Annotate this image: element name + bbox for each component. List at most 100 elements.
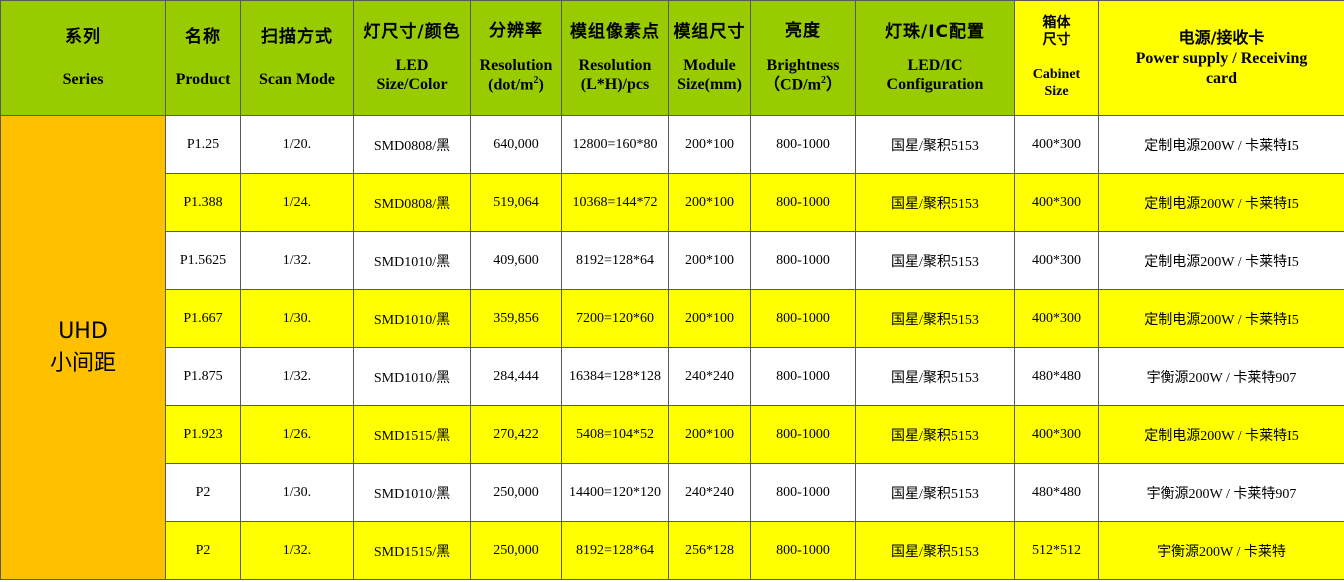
power-receiving-cell: 定制电源200W / 卡莱特I5 <box>1098 289 1344 348</box>
scan-mode-cell: 1/26. <box>240 405 354 464</box>
product-cell: P1.667 <box>165 289 241 348</box>
power-receiving-cell: 定制电源200W / 卡莱特I5 <box>1098 231 1344 290</box>
resolution-cell: 284,444 <box>470 347 562 406</box>
power-receiving-cell: 定制电源200W / 卡莱特I5 <box>1098 115 1344 174</box>
power-receiving-cell: 宇衡源200W / 卡莱特907 <box>1098 463 1344 522</box>
led-ic-cell: 国星/聚积5153 <box>855 405 1015 464</box>
resolution-cell: 519,064 <box>470 173 562 232</box>
product-cell: P2 <box>165 521 241 580</box>
cabinet-size-cell: 400*300 <box>1014 173 1099 232</box>
led-ic-cell: 国星/聚积5153 <box>855 289 1015 348</box>
product-cell: P1.25 <box>165 115 241 174</box>
product-cell: P1.875 <box>165 347 241 406</box>
module-pixels-cell: 10368=144*72 <box>561 173 669 232</box>
brightness-cell: 800-1000 <box>750 231 856 290</box>
cabinet-size-cell: 400*300 <box>1014 115 1099 174</box>
header-series: 系列 Series <box>0 0 166 116</box>
scan-mode-cell: 1/32. <box>240 521 354 580</box>
brightness-cell: 800-1000 <box>750 173 856 232</box>
header-scan-mode: 扫描方式 Scan Mode <box>240 0 354 116</box>
led-ic-cell: 国星/聚积5153 <box>855 231 1015 290</box>
brightness-cell: 800-1000 <box>750 463 856 522</box>
table-row: P1.5625 1/32. SMD1010/黑 409,600 8192=128*64 2… <box>1 231 1344 290</box>
product-cell: P1.388 <box>165 173 241 232</box>
module-size-cell: 200*100 <box>668 173 751 232</box>
module-pixels-cell: 12800=160*80 <box>561 115 669 174</box>
module-pixels-cell: 8192=128*64 <box>561 231 669 290</box>
resolution-cell: 640,000 <box>470 115 562 174</box>
table-row: P1.388 1/24. SMD0808/黑 519,064 10368=144*72 2… <box>1 173 1344 232</box>
brightness-cell: 800-1000 <box>750 405 856 464</box>
cabinet-size-cell: 400*300 <box>1014 289 1099 348</box>
led-size-cell: SMD0808/黑 <box>353 115 471 174</box>
resolution-cell: 409,600 <box>470 231 562 290</box>
scan-mode-cell: 1/32. <box>240 347 354 406</box>
table-row: P1.923 1/26. SMD1515/黑 270,422 5408=104*52 20… <box>1 405 1344 464</box>
series-cell: UHD 小间距 <box>0 115 166 580</box>
brightness-cell: 800-1000 <box>750 521 856 580</box>
scan-mode-cell: 1/24. <box>240 173 354 232</box>
module-size-cell: 200*100 <box>668 115 751 174</box>
module-pixels-cell: 14400=120*120 <box>561 463 669 522</box>
series-label-line1: UHD <box>58 318 108 344</box>
led-ic-cell: 国星/聚积5153 <box>855 173 1015 232</box>
header-cabinet-size: 箱体 尺寸 Cabinet Size <box>1014 0 1099 116</box>
table-row: P1.875 1/32. SMD1010/黑 284,444 16384=128*128… <box>1 347 1344 406</box>
module-size-cell: 200*100 <box>668 231 751 290</box>
led-size-cell: SMD1010/黑 <box>353 289 471 348</box>
led-ic-cell: 国星/聚积5153 <box>855 347 1015 406</box>
led-size-cell: SMD0808/黑 <box>353 173 471 232</box>
module-pixels-cell: 7200=120*60 <box>561 289 669 348</box>
power-receiving-cell: 定制电源200W / 卡莱特I5 <box>1098 173 1344 232</box>
led-ic-cell: 国星/聚积5153 <box>855 463 1015 522</box>
resolution-cell: 270,422 <box>470 405 562 464</box>
header-row: 系列 Series 名称 Product 扫描方式 Scan Mode 灯尺寸/… <box>0 0 1344 116</box>
led-size-cell: SMD1515/黑 <box>353 405 471 464</box>
header-product: 名称 Product <box>165 0 241 116</box>
module-size-cell: 240*240 <box>668 347 751 406</box>
table-row: P2 1/32. SMD1515/黑 250,000 8192=128*64 256*12… <box>1 521 1344 580</box>
brightness-cell: 800-1000 <box>750 347 856 406</box>
header-resolution-dot: 分辨率 Resolution (dot/m2) <box>470 0 562 116</box>
power-receiving-cell: 宇衡源200W / 卡莱特907 <box>1098 347 1344 406</box>
scan-mode-cell: 1/32. <box>240 231 354 290</box>
table-row: UHD 小间距 P1.25 1/20. SMD0808/黑 640,000 12800=16… <box>0 115 1344 580</box>
resolution-cell: 359,856 <box>470 289 562 348</box>
table-body: UHD 小间距 P1.25 1/20. SMD0808/黑 640,000 12800=16… <box>0 115 1344 580</box>
series-label-line2: 小间距 <box>49 350 116 376</box>
header-brightness: 亮度 Brightness （CD/m2） <box>750 0 856 116</box>
cabinet-size-cell: 480*480 <box>1014 463 1099 522</box>
spec-table: 系列 Series 名称 Product 扫描方式 Scan Mode 灯尺寸/… <box>0 0 1344 580</box>
led-size-cell: SMD1010/黑 <box>353 463 471 522</box>
cabinet-size-cell: 512*512 <box>1014 521 1099 580</box>
header-module-pixels: 模组像素点 Resolution (L*H)/pcs <box>561 0 669 116</box>
brightness-cell: 800-1000 <box>750 115 856 174</box>
led-size-cell: SMD1010/黑 <box>353 231 471 290</box>
header-led-ic: 灯珠/IC配置 LED/IC Configuration <box>855 0 1015 116</box>
module-size-cell: 256*128 <box>668 521 751 580</box>
cabinet-size-cell: 480*480 <box>1014 347 1099 406</box>
cabinet-size-cell: 400*300 <box>1014 231 1099 290</box>
brightness-cell: 800-1000 <box>750 289 856 348</box>
scan-mode-cell: 1/20. <box>240 115 354 174</box>
resolution-cell: 250,000 <box>470 463 562 522</box>
module-pixels-cell: 16384=128*128 <box>561 347 669 406</box>
header-power-receiving: 电源/接收卡 Power supply / Receiving card <box>1098 0 1344 116</box>
module-pixels-cell: 8192=128*64 <box>561 521 669 580</box>
module-size-cell: 200*100 <box>668 289 751 348</box>
module-size-cell: 240*240 <box>668 463 751 522</box>
scan-mode-cell: 1/30. <box>240 289 354 348</box>
led-ic-cell: 国星/聚积5153 <box>855 521 1015 580</box>
power-receiving-cell: 定制电源200W / 卡莱特I5 <box>1098 405 1344 464</box>
module-size-cell: 200*100 <box>668 405 751 464</box>
led-size-cell: SMD1515/黑 <box>353 521 471 580</box>
table-row: P1.667 1/30. SMD1010/黑 359,856 7200=120*60 20… <box>1 289 1344 348</box>
scan-mode-cell: 1/30. <box>240 463 354 522</box>
module-pixels-cell: 5408=104*52 <box>561 405 669 464</box>
product-cell: P2 <box>165 463 241 522</box>
led-size-cell: SMD1010/黑 <box>353 347 471 406</box>
header-led-size: 灯尺寸/颜色 LED Size/Color <box>353 0 471 116</box>
product-cell: P1.923 <box>165 405 241 464</box>
cabinet-size-cell: 400*300 <box>1014 405 1099 464</box>
led-ic-cell: 国星/聚积5153 <box>855 115 1015 174</box>
